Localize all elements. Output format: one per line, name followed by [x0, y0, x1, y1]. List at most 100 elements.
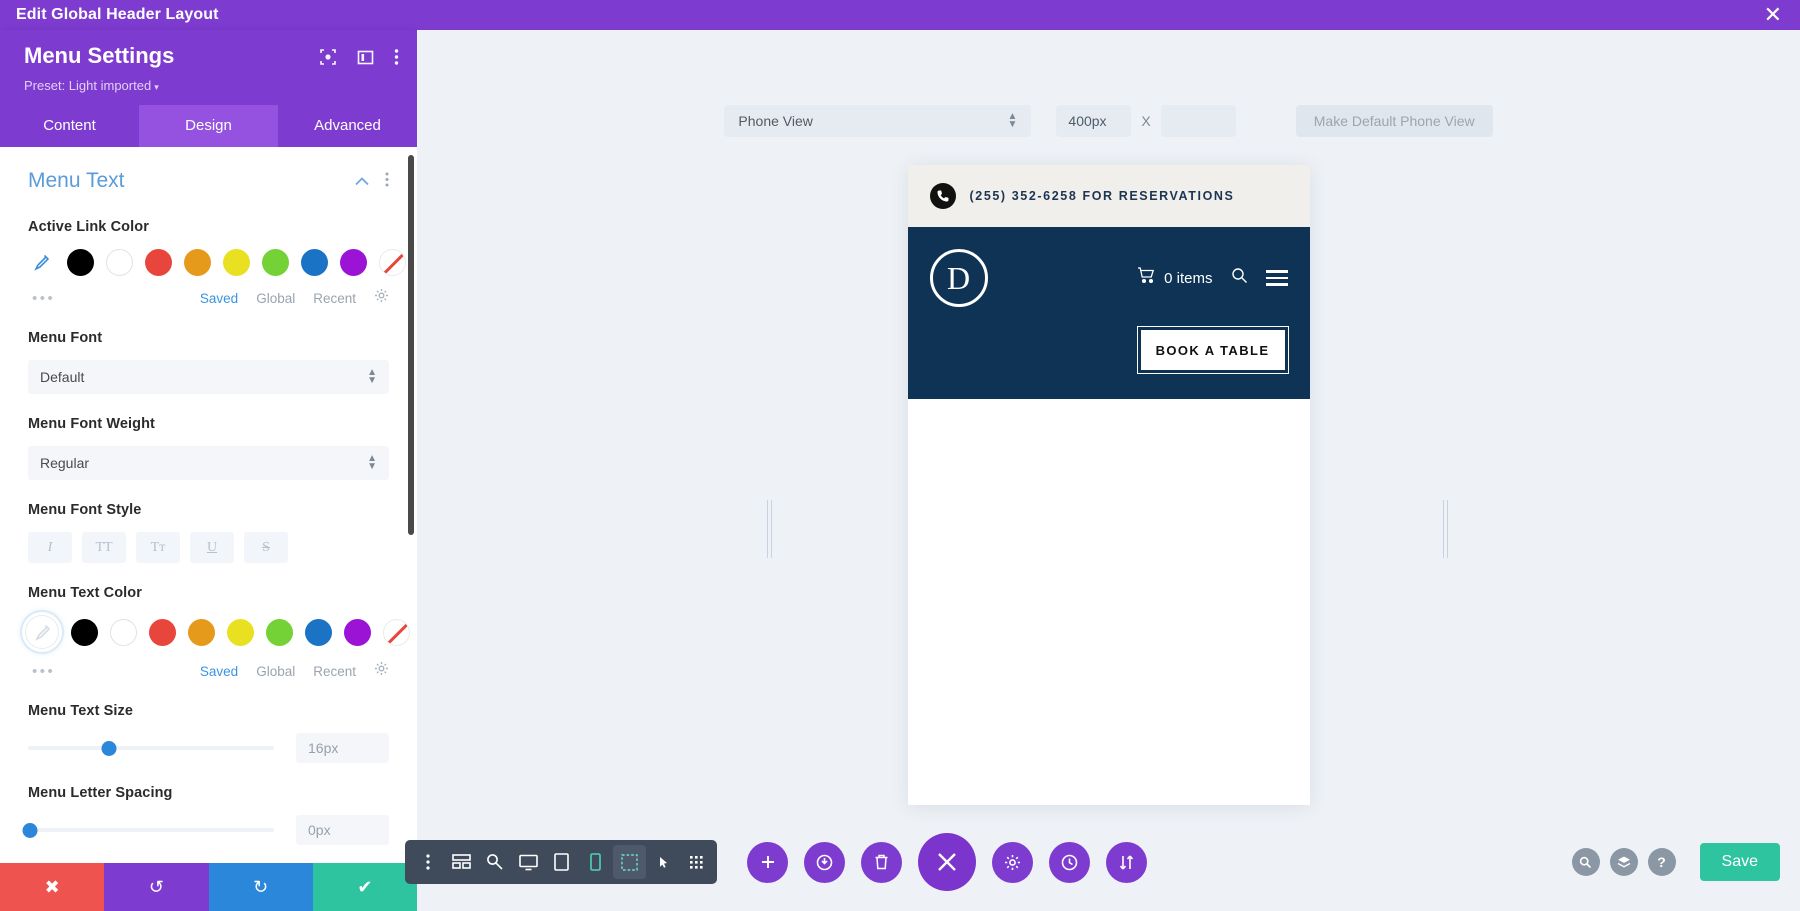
panel-action-bar: ✖ ↺ ↻ ✔: [0, 863, 417, 911]
redo-button[interactable]: ↻: [209, 863, 313, 911]
hamburger-icon[interactable]: [1266, 270, 1288, 286]
click-icon[interactable]: [646, 840, 679, 884]
underline-button[interactable]: U: [190, 532, 234, 563]
preset-selector[interactable]: Preset: Light imported▾: [24, 78, 399, 93]
history-button[interactable]: [1049, 842, 1090, 883]
swatch-yellow[interactable]: [223, 249, 250, 276]
chevron-down-icon: ▾: [154, 82, 159, 92]
divi-logo[interactable]: D: [930, 249, 988, 307]
swatch-black[interactable]: [71, 619, 98, 646]
swatch-red[interactable]: [149, 619, 176, 646]
swatch-tab-saved[interactable]: Saved: [200, 664, 238, 679]
menu-letter-spacing-slider[interactable]: [28, 821, 274, 839]
italic-button[interactable]: I: [28, 532, 72, 563]
strikethrough-button[interactable]: S: [244, 532, 288, 563]
slider-thumb[interactable]: [23, 823, 38, 838]
uppercase-button[interactable]: TT: [82, 532, 126, 563]
preview-header: D 0 items: [908, 227, 1310, 399]
tab-design[interactable]: Design: [139, 105, 278, 147]
search-button[interactable]: [1572, 848, 1600, 876]
swatch-more-icon[interactable]: •••: [32, 663, 55, 680]
book-a-table-button[interactable]: BOOK A TABLE: [1138, 327, 1288, 373]
panel-scrollbar[interactable]: [408, 155, 414, 535]
menu-letter-spacing-input[interactable]: 0px: [296, 815, 389, 845]
view-settings-bar: Phone View ▲▼ 400px X Make Default Phone…: [417, 105, 1800, 137]
help-button[interactable]: ?: [1648, 848, 1676, 876]
swatch-orange[interactable]: [188, 619, 215, 646]
swatch-blue[interactable]: [301, 249, 328, 276]
search-icon[interactable]: [1231, 267, 1248, 289]
swatch-white[interactable]: [106, 249, 133, 276]
trash-button[interactable]: [861, 842, 902, 883]
swatch-green[interactable]: [266, 619, 293, 646]
cancel-button[interactable]: ✖: [0, 863, 104, 911]
menu-font-weight-select[interactable]: Regular ▲▼: [28, 446, 389, 480]
swatch-purple[interactable]: [340, 249, 367, 276]
swatch-transparent[interactable]: [379, 249, 406, 276]
gear-icon[interactable]: [374, 661, 389, 681]
swatch-tab-saved[interactable]: Saved: [200, 291, 238, 306]
field-menu-font-style: Menu Font Style I TT Tт U S: [28, 502, 389, 563]
field-label: Menu Font Weight: [28, 416, 389, 432]
swatch-orange[interactable]: [184, 249, 211, 276]
settings-panel: Menu Settings Preset: Light importe: [0, 30, 417, 911]
layout-panel-icon[interactable]: [357, 49, 374, 71]
eyedropper-icon[interactable]: [28, 249, 55, 276]
swatch-red[interactable]: [145, 249, 172, 276]
section-more-icon[interactable]: [385, 172, 389, 190]
swatch-purple[interactable]: [344, 619, 371, 646]
view-mode-select[interactable]: Phone View ▲▼: [724, 105, 1031, 137]
panel-header: Menu Settings Preset: Light importe: [0, 30, 417, 105]
close-icon[interactable]: ✕: [1764, 4, 1800, 26]
tab-advanced[interactable]: Advanced: [278, 105, 417, 147]
swatch-blue[interactable]: [305, 619, 332, 646]
swatch-tab-global[interactable]: Global: [256, 664, 295, 679]
undo-button[interactable]: ↺: [104, 863, 208, 911]
swatch-tab-recent[interactable]: Recent: [313, 291, 356, 306]
gear-icon[interactable]: [374, 288, 389, 308]
builder-toolbar-primary: [405, 840, 618, 884]
apply-button[interactable]: ✔: [313, 863, 417, 911]
menu-text-size-input[interactable]: 16px: [296, 733, 389, 763]
grid-icon[interactable]: [680, 840, 713, 884]
add-button[interactable]: [747, 842, 788, 883]
zoom-icon[interactable]: [478, 840, 512, 884]
swatch-white[interactable]: [110, 619, 137, 646]
cart-link[interactable]: 0 items: [1137, 267, 1212, 289]
make-default-button[interactable]: Make Default Phone View: [1296, 105, 1493, 137]
menu-text-color-swatches: [28, 615, 389, 649]
preview-contact-bar: (255) 352-6258 FOR RESERVATIONS: [908, 165, 1310, 227]
height-input[interactable]: [1161, 105, 1236, 137]
reorder-button[interactable]: [1106, 842, 1147, 883]
slider-thumb[interactable]: [102, 741, 117, 756]
more-vertical-icon[interactable]: [411, 840, 445, 884]
swatch-black[interactable]: [67, 249, 94, 276]
panel-title: Menu Settings: [24, 44, 319, 68]
width-input[interactable]: 400px: [1056, 105, 1131, 137]
save-button[interactable]: Save: [1700, 843, 1780, 881]
swatch-tab-recent[interactable]: Recent: [313, 664, 356, 679]
section-menu-text: Menu Text: [28, 169, 389, 193]
swatch-yellow[interactable]: [227, 619, 254, 646]
lowercase-button[interactable]: Tт: [136, 532, 180, 563]
eyedropper-icon-active[interactable]: [25, 615, 59, 649]
menu-text-size-slider[interactable]: [28, 739, 274, 757]
power-button[interactable]: [804, 842, 845, 883]
chevron-up-icon[interactable]: [355, 173, 369, 189]
target-icon[interactable]: [319, 48, 337, 71]
swatch-more-icon[interactable]: •••: [32, 290, 55, 307]
tab-content[interactable]: Content: [0, 105, 139, 147]
menu-font-select[interactable]: Default ▲▼: [28, 360, 389, 394]
phone-icon[interactable]: [579, 840, 613, 884]
close-button[interactable]: [918, 833, 976, 891]
tablet-icon[interactable]: [545, 840, 579, 884]
swatch-transparent[interactable]: [383, 619, 410, 646]
more-vertical-icon[interactable]: [394, 48, 399, 71]
select-area-icon[interactable]: [613, 845, 646, 879]
desktop-icon[interactable]: [512, 840, 546, 884]
settings-button[interactable]: [992, 842, 1033, 883]
layers-button[interactable]: [1610, 848, 1638, 876]
wireframe-icon[interactable]: [445, 840, 479, 884]
swatch-green[interactable]: [262, 249, 289, 276]
swatch-tab-global[interactable]: Global: [256, 291, 295, 306]
